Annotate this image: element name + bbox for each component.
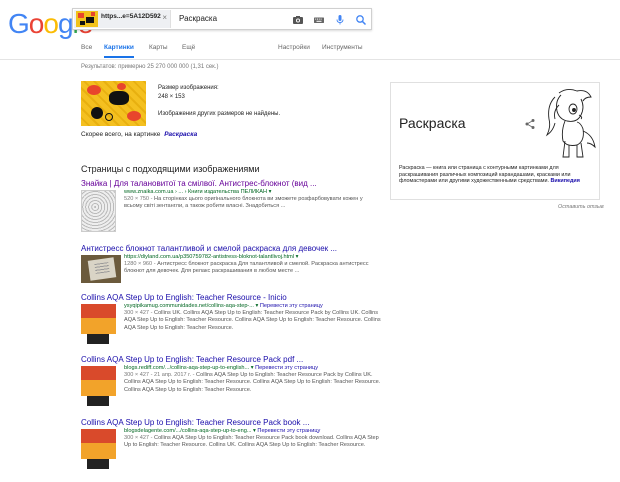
share-icon[interactable]: [524, 117, 536, 129]
search-by-image-chip[interactable]: https...e=5A12D592 ×: [74, 10, 171, 28]
tab-images[interactable]: Картинки: [104, 44, 134, 51]
result-title[interactable]: Знайка | Для талановитої та смілвої. Ант…: [81, 179, 381, 188]
active-tab-indicator: [104, 56, 134, 58]
image-info: Размер изображения: 248 × 153 Изображени…: [158, 84, 280, 119]
logo-letter: G: [8, 8, 30, 39]
query-image[interactable]: [81, 81, 146, 126]
result-thumbnail[interactable]: [81, 304, 116, 346]
search-tabs: Все Картинки Карты Ещё Настройки Инструм…: [0, 42, 620, 60]
result-meta: 520 × 750 -: [124, 196, 153, 203]
best-guess-link[interactable]: Раскраска: [164, 131, 197, 138]
chip-label: https...e=5A12D592: [101, 13, 161, 20]
result-snippet: Collins AQA Step Up to English: Teacher …: [124, 435, 379, 449]
translate-link[interactable]: Перевести эту страницу: [257, 428, 320, 434]
keyboard-icon[interactable]: [313, 13, 325, 25]
search-input[interactable]: Раскраска: [179, 14, 217, 23]
result-item: Знайка | Для талановитої та смілвої. Ант…: [81, 179, 381, 235]
search-icon[interactable]: [355, 13, 367, 26]
pony-coloring-image[interactable]: [541, 85, 599, 163]
tab-all[interactable]: Все: [81, 44, 92, 51]
result-snippet: Антистресс блокнот раскраска Для талантл…: [124, 261, 369, 275]
camera-icon[interactable]: [292, 13, 304, 25]
result-meta: 300 × 427 -: [124, 435, 153, 442]
knowledge-panel-title: Раскраска: [399, 115, 466, 131]
best-guess-label: Скорее всего, на картинке: [81, 131, 161, 138]
section-title: Страницы с подходящими изображениями: [81, 164, 260, 174]
result-meta: 1280 × 960 -: [124, 261, 156, 268]
close-icon[interactable]: ×: [162, 13, 167, 22]
result-thumbnail[interactable]: [81, 366, 116, 408]
tools-link[interactable]: Инструменты: [322, 44, 363, 51]
result-meta: 300 × 427 - 21 апр. 2017 г. -: [124, 372, 195, 379]
result-url[interactable]: blogs.rediff.com/.../collins-aqa-step-up…: [124, 365, 381, 372]
translate-link[interactable]: Перевести эту страницу: [255, 365, 318, 371]
tab-maps[interactable]: Карты: [149, 44, 168, 51]
image-size-label: Размер изображения:: [158, 85, 219, 91]
result-title[interactable]: Collins AQA Step Up to English: Teacher …: [81, 418, 381, 427]
best-guess: Скорее всего, на картинке Раскраска: [81, 131, 197, 138]
result-thumbnail[interactable]: [81, 190, 116, 232]
tab-more[interactable]: Ещё: [182, 44, 195, 51]
result-item: Collins AQA Step Up to English: Teacher …: [81, 418, 381, 474]
results-stats: Результатов: примерно 25 270 000 000 (1,…: [81, 64, 219, 70]
translate-link[interactable]: Перевести эту страницу: [260, 303, 323, 309]
result-url[interactable]: www.znaika.com.ua › ... › Книги издатель…: [124, 189, 381, 196]
knowledge-panel-description: Раскраска — книга или страница с контурн…: [399, 165, 580, 185]
result-snippet: Collins UK. Collins AQA Step Up to Engli…: [124, 310, 381, 331]
chip-thumbnail: [76, 11, 98, 27]
result-thumbnail[interactable]: [81, 429, 116, 471]
result-url[interactable]: blogsdelagente.com/.../collins-aqa-step-…: [124, 428, 381, 435]
result-title[interactable]: Антистресс блокнот талантливой и смелой …: [81, 244, 381, 253]
feedback-link[interactable]: Оставить отзыв: [558, 204, 604, 210]
logo-letter: o: [43, 8, 59, 39]
image-size-value: 248 × 153: [158, 94, 185, 100]
logo-letter: g: [57, 8, 74, 39]
search-box[interactable]: https...e=5A12D592 × Раскраска: [72, 8, 372, 30]
result-item: Collins AQA Step Up to English: Teacher …: [81, 355, 381, 411]
result-snippet: На сторінках цього оригінального блокнот…: [124, 196, 363, 210]
result-title[interactable]: Collins AQA Step Up to English: Teacher …: [81, 293, 381, 302]
logo-letter: o: [28, 8, 45, 39]
result-meta: 300 × 427 -: [124, 310, 153, 317]
knowledge-panel: Раскраска Раскраска — книга или страница…: [390, 82, 600, 200]
other-sizes-note: Изображения других размеров не найдены.: [158, 111, 281, 117]
wikipedia-link[interactable]: Википедия: [550, 178, 579, 184]
settings-link[interactable]: Настройки: [278, 44, 310, 51]
result-thumbnail[interactable]: [81, 255, 121, 283]
result-url[interactable]: ysyqipikamug.communidades.net/collins-aq…: [124, 303, 381, 310]
result-item: Антистресс блокнот талантливой и смелой …: [81, 244, 381, 300]
mic-icon[interactable]: [334, 13, 346, 25]
result-item: Collins AQA Step Up to English: Teacher …: [81, 293, 381, 349]
result-title[interactable]: Collins AQA Step Up to English: Teacher …: [81, 355, 381, 364]
